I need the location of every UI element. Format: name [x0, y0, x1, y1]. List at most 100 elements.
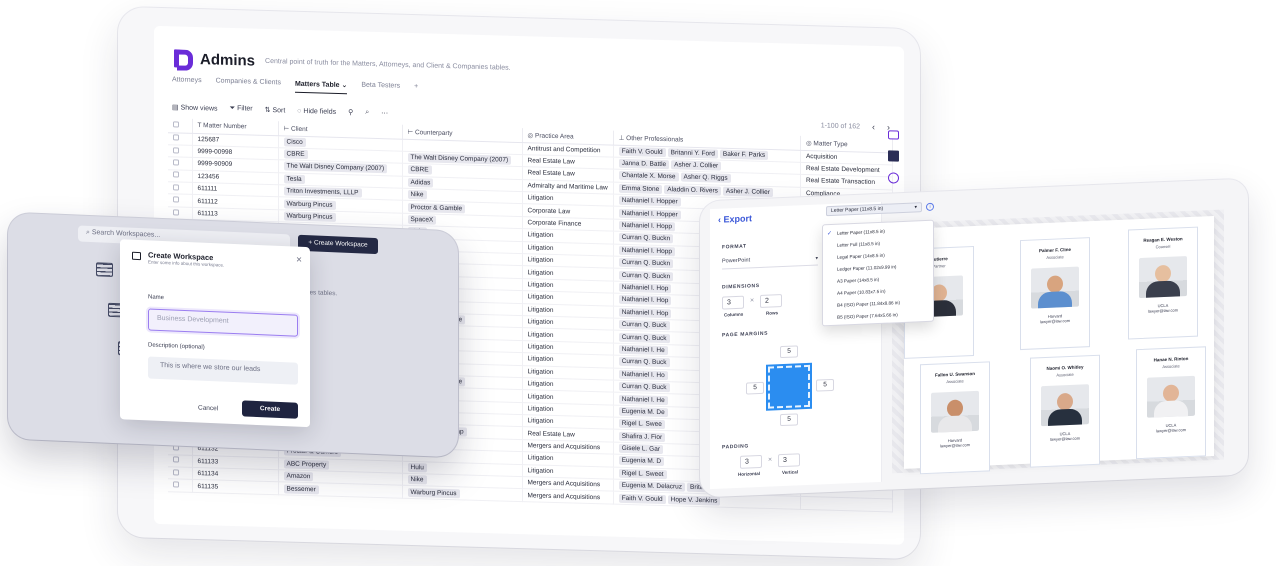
- record-chip[interactable]: Warburg Pincus: [283, 199, 336, 210]
- record-chip[interactable]: ABC Property: [283, 459, 330, 470]
- select-all-checkbox[interactable]: [173, 121, 179, 128]
- apps-grid-icon[interactable]: [887, 150, 899, 162]
- record-chip[interactable]: The Walt Disney Company (2007): [283, 161, 388, 174]
- export-back-button[interactable]: ‹ Export: [718, 213, 752, 224]
- record-chip[interactable]: Triton Investments, LLLP: [283, 186, 362, 198]
- columns-input[interactable]: 3: [722, 295, 744, 310]
- record-chip[interactable]: SpaceX: [407, 214, 437, 225]
- row-checkbox[interactable]: [173, 134, 179, 141]
- row-select-cell[interactable]: [168, 194, 192, 208]
- record-chip[interactable]: Tesla: [283, 174, 305, 184]
- close-icon[interactable]: ×: [296, 255, 302, 266]
- row-select-cell[interactable]: [168, 156, 192, 171]
- row-select-cell[interactable]: [168, 169, 192, 183]
- record-chip[interactable]: Warburg Pincus: [283, 211, 336, 222]
- row-checkbox[interactable]: [173, 481, 179, 488]
- margin-right-input[interactable]: 5: [816, 378, 834, 392]
- info-icon[interactable]: i: [926, 202, 934, 212]
- settings-icon[interactable]: ⚲: [348, 108, 353, 116]
- professional-chip[interactable]: Nathaniel I. He: [618, 394, 668, 405]
- professional-chip[interactable]: Nathaniel I. Hop: [618, 307, 672, 319]
- record-chip[interactable]: Nike: [407, 190, 427, 200]
- professional-chip[interactable]: Nathaniel I. Hopp: [618, 245, 675, 257]
- name-input[interactable]: Business Development: [148, 308, 298, 337]
- row-checkbox[interactable]: [173, 184, 179, 191]
- professional-chip[interactable]: Eugenia M. D: [618, 456, 665, 467]
- row-select-cell[interactable]: [168, 206, 192, 220]
- record-chip[interactable]: The Walt Disney Company (2007): [407, 152, 512, 165]
- professional-chip[interactable]: Curran Q. Buck: [618, 357, 670, 368]
- row-checkbox[interactable]: [173, 208, 179, 216]
- professional-chip[interactable]: Janna D. Battle: [618, 158, 670, 170]
- professional-chip[interactable]: Chantale X. Morse: [618, 171, 679, 182]
- show-views-button[interactable]: ▤ Show views: [172, 103, 218, 112]
- tab-matters-table[interactable]: Matters Table ⌄: [294, 79, 348, 95]
- professional-chip[interactable]: Curran Q. Buckn: [618, 233, 674, 244]
- record-chip[interactable]: Nike: [407, 475, 427, 485]
- row-select-cell[interactable]: [168, 144, 192, 158]
- tab-attorneys[interactable]: Attorneys: [172, 76, 202, 90]
- table-icon[interactable]: [96, 262, 113, 277]
- record-chip[interactable]: Bessemer: [283, 484, 319, 495]
- record-chip[interactable]: Warburg Pincus: [407, 487, 460, 498]
- row-select-cell[interactable]: [168, 181, 192, 195]
- record-icon[interactable]: [887, 172, 899, 184]
- create-button[interactable]: Create: [242, 400, 298, 419]
- professional-chip[interactable]: Britanni Y. Ford: [667, 147, 718, 159]
- padding-vertical-input[interactable]: 3: [778, 453, 800, 468]
- professional-chip[interactable]: Faith V. Gould: [618, 493, 666, 504]
- professional-chip[interactable]: Asher Q. Riggs: [680, 172, 731, 184]
- professional-chip[interactable]: Curran Q. Buck: [618, 319, 670, 331]
- margin-bottom-input[interactable]: 5: [780, 413, 798, 427]
- professional-chip[interactable]: Faith V. Gould: [618, 146, 666, 157]
- matter-type-cell[interactable]: [800, 496, 893, 512]
- add-tab-button[interactable]: +: [414, 83, 418, 96]
- row-checkbox[interactable]: [173, 456, 179, 463]
- professional-chip[interactable]: Nathaniel I. Hopp: [618, 220, 675, 232]
- rows-input[interactable]: 2: [760, 294, 782, 308]
- margin-top-input[interactable]: 5: [780, 345, 798, 359]
- view-panel-icon[interactable]: [887, 130, 899, 140]
- record-chip[interactable]: Cisco: [283, 137, 306, 147]
- professional-chip[interactable]: Curran Q. Buckn: [618, 270, 674, 281]
- hide-fields-button[interactable]: ◌ Hide fields: [297, 107, 336, 115]
- format-select[interactable]: PowerPoint ▾: [722, 254, 818, 270]
- record-chip[interactable]: Adidas: [407, 177, 434, 188]
- row-checkbox[interactable]: [173, 171, 179, 178]
- professional-chip[interactable]: Hope V. Jenkins: [667, 494, 721, 506]
- description-input[interactable]: This is where we store our leads: [148, 356, 298, 385]
- professional-chip[interactable]: Nathaniel I. Ho: [618, 369, 668, 380]
- row-checkbox[interactable]: [173, 469, 179, 476]
- professional-chip[interactable]: Nathaniel I. He: [618, 344, 668, 356]
- tab-beta-testers[interactable]: Beta Testers: [361, 82, 400, 96]
- record-chip[interactable]: Proctor & Gamble: [407, 202, 466, 214]
- counterparty-cell[interactable]: Warburg Pincus: [402, 485, 522, 502]
- row-checkbox[interactable]: [173, 196, 179, 203]
- professional-chip[interactable]: Curran Q. Buck: [618, 381, 670, 393]
- create-workspace-button[interactable]: + Create Workspace: [298, 234, 378, 255]
- row-select-cell[interactable]: [168, 466, 192, 480]
- row-select-cell[interactable]: [168, 132, 192, 146]
- more-icon[interactable]: ⋯: [381, 109, 388, 117]
- padding-horizontal-input[interactable]: 3: [740, 454, 762, 469]
- prev-page-icon[interactable]: ‹: [872, 122, 875, 132]
- professional-chip[interactable]: Asher J. Collier: [722, 186, 773, 197]
- professional-chip[interactable]: Emma Stone: [618, 183, 663, 194]
- practice-area-cell[interactable]: Mergers and Acquisitions: [522, 489, 614, 504]
- cancel-button[interactable]: Cancel: [198, 405, 218, 413]
- row-select-cell[interactable]: [168, 479, 192, 493]
- sort-button[interactable]: ⇅ Sort: [265, 106, 286, 115]
- professional-chip[interactable]: Nathaniel I. Hopper: [618, 208, 681, 220]
- professional-chip[interactable]: Curran Q. Buck: [618, 332, 670, 343]
- filter-button[interactable]: ⏷ Filter: [230, 105, 253, 114]
- professional-chip[interactable]: Rigel L. Swee: [618, 419, 665, 430]
- professional-chip[interactable]: Shafira J. Fior: [618, 431, 666, 442]
- matter-number-cell[interactable]: 611135: [192, 479, 278, 495]
- professional-chip[interactable]: Nathaniel I. Hopper: [618, 196, 681, 207]
- margin-left-input[interactable]: 5: [746, 381, 764, 395]
- record-chip[interactable]: CBRE: [407, 165, 432, 176]
- professional-chip[interactable]: Rigel L. Sweet: [618, 468, 667, 479]
- professional-chip[interactable]: Curran Q. Buckn: [618, 257, 674, 269]
- professional-chip[interactable]: Gisele L. Gar: [618, 443, 663, 455]
- professional-chip[interactable]: Baker F. Parks: [719, 149, 769, 160]
